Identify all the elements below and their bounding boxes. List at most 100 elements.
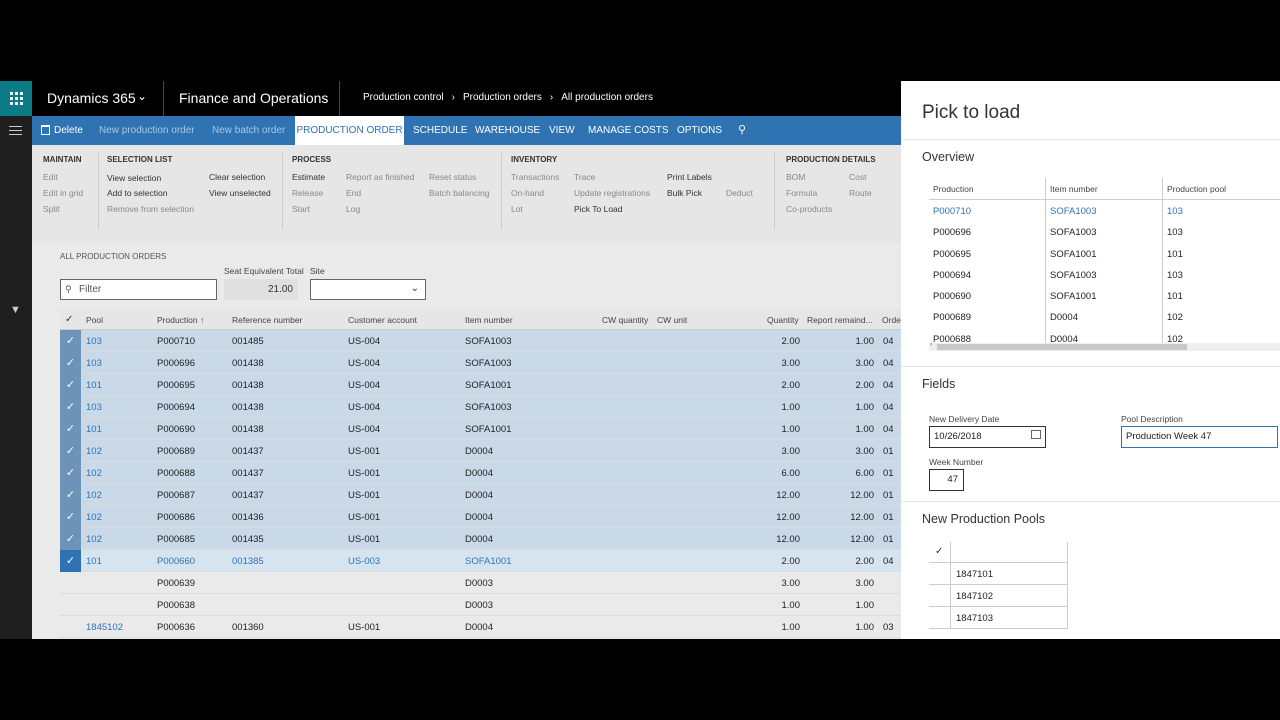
row-checkbox[interactable]: ✓ (60, 528, 81, 550)
row-checkbox[interactable]: ✓ (60, 330, 81, 352)
deduct-button[interactable]: Deduct (726, 188, 753, 198)
col-report-remainder[interactable]: Report remaind... (807, 315, 873, 325)
overview-row[interactable]: P000694 SOFA1003 103 (929, 263, 1280, 286)
search-icon[interactable]: ⚲ (738, 123, 746, 136)
table-row[interactable]: ✓ 102 P000685 001435 US-001 D0004 12.00 12.00 01 (60, 528, 901, 550)
bulk-pick-button[interactable]: Bulk Pick (667, 188, 702, 198)
table-row[interactable]: ✓ 101 P000660 001385 US-003 SOFA1001 2.00 2.00 0… (60, 550, 901, 572)
list-item[interactable]: 1847101 (929, 563, 1068, 585)
on-hand-button[interactable]: On-hand (511, 188, 544, 198)
table-row[interactable]: ✓ 102 P000686 001436 US-001 D0004 12.00 12.00 01 (60, 506, 901, 528)
table-row[interactable]: ✓ 101 P000695 001438 US-004 SOFA1001 2.00 2.00 0… (60, 374, 901, 396)
row-checkbox[interactable]: ✓ (60, 418, 81, 440)
bom-button[interactable]: BOM (786, 172, 805, 182)
col-order[interactable]: Orde (882, 315, 901, 325)
update-registrations-button[interactable]: Update registrations (574, 188, 650, 198)
view-unselected-button[interactable]: View unselected (209, 188, 271, 198)
cell-pool[interactable]: 102 (86, 490, 102, 501)
row-checkbox[interactable] (60, 572, 81, 594)
cell-reference[interactable]: 001385 (232, 556, 264, 567)
row-checkbox[interactable] (60, 594, 81, 616)
lot-button[interactable]: Lot (511, 204, 523, 214)
breadcrumb-item[interactable]: Production control (363, 92, 444, 103)
col-production[interactable]: Production (933, 184, 974, 194)
col-quantity[interactable]: Quantity (767, 315, 799, 325)
overview-row[interactable]: P000688 D0004 102 (929, 327, 1280, 343)
cell-production[interactable]: P000660 (157, 556, 195, 567)
table-row[interactable]: ✓ 103 P000696 001438 US-004 SOFA1003 3.00 3.00 0… (60, 352, 901, 374)
col-cw-quantity[interactable]: CW quantity (602, 315, 648, 325)
app-launcher-button[interactable] (0, 81, 32, 116)
overview-row[interactable]: P000696 SOFA1003 103 (929, 221, 1280, 243)
row-checkbox[interactable]: ✓ (60, 352, 81, 374)
route-button[interactable]: Route (849, 188, 872, 198)
table-row[interactable]: ✓ 102 P000689 001437 US-001 D0004 3.00 3.00 01 (60, 440, 901, 462)
cell-pool[interactable]: 102 (86, 446, 102, 457)
hamburger-icon[interactable] (9, 126, 22, 138)
table-row[interactable]: ✓ 101 P000690 001438 US-004 SOFA1001 1.00 1.00 0… (60, 418, 901, 440)
select-all-checkbox[interactable]: ✓ (935, 546, 943, 557)
breadcrumb-item[interactable]: Production orders (463, 92, 542, 103)
overview-row[interactable]: P000710 SOFA1003 103 (929, 200, 1280, 222)
row-checkbox[interactable]: ✓ (60, 484, 81, 506)
cell-pool[interactable]: 101 (86, 424, 102, 435)
brand-name[interactable]: Dynamics 365 (47, 90, 136, 106)
formula-button[interactable]: Formula (786, 188, 817, 198)
col-production[interactable]: Production ↑ (157, 315, 204, 325)
batch-balancing-button[interactable]: Batch balancing (429, 188, 490, 198)
row-checkbox[interactable]: ✓ (60, 440, 81, 462)
pick-to-load-button[interactable]: Pick To Load (574, 204, 623, 214)
cell-pool[interactable]: 103 (86, 402, 102, 413)
breadcrumb-item[interactable]: All production orders (561, 92, 653, 103)
new-production-pools-header[interactable]: New Production Pools (922, 512, 1045, 526)
site-select[interactable]: ⌄ (310, 279, 426, 300)
add-to-selection-button[interactable]: Add to selection (107, 188, 167, 198)
col-pool[interactable]: Pool (86, 315, 103, 325)
overview-row[interactable]: P000689 D0004 102 (929, 306, 1280, 328)
row-checkbox[interactable] (60, 616, 81, 638)
report-as-finished-button[interactable]: Report as finished (346, 172, 415, 182)
log-button[interactable]: Log (346, 204, 360, 214)
cell-pool[interactable]: 101 (86, 556, 102, 567)
remove-from-selection-button[interactable]: Remove from selection (107, 204, 194, 214)
table-row[interactable]: ✓ 102 P000687 001437 US-001 D0004 12.00 12.00 01 (60, 484, 901, 506)
pool-description-input[interactable]: Production Week 47 (1121, 426, 1278, 448)
cell-pool[interactable]: 103 (86, 358, 102, 369)
cell-pool[interactable]: 103 (86, 336, 102, 347)
tab-manage-costs[interactable]: MANAGE COSTS (588, 125, 669, 136)
col-production-pool[interactable]: Production pool (1167, 184, 1226, 194)
horizontal-scrollbar[interactable]: ‹ (929, 341, 1280, 351)
edit-button[interactable]: Edit (43, 172, 58, 182)
delete-button[interactable]: Delete (54, 125, 83, 136)
list-item[interactable]: 1847103 (929, 607, 1068, 629)
table-row[interactable]: P000638 D0003 1.00 1.00 (60, 594, 901, 616)
tab-production-order[interactable]: PRODUCTION ORDER (295, 116, 404, 145)
fields-header[interactable]: Fields (922, 377, 955, 391)
edit-in-grid-button[interactable]: Edit in grid (43, 188, 83, 198)
cost-button[interactable]: Cost (849, 172, 866, 182)
cell-item[interactable]: SOFA1001 (465, 556, 511, 567)
end-button[interactable]: End (346, 188, 361, 198)
select-all-checkbox[interactable]: ✓ (65, 314, 73, 325)
release-button[interactable]: Release (292, 188, 323, 198)
tab-schedule[interactable]: SCHEDULE (413, 125, 467, 136)
clear-selection-button[interactable]: Clear selection (209, 172, 265, 182)
table-row[interactable]: ✓ 103 P000710 001485 US-004 SOFA1003 2.00 1.00 0… (60, 330, 901, 352)
cell-customer[interactable]: US-003 (348, 556, 380, 567)
table-row[interactable]: P000639 D0003 3.00 3.00 (60, 572, 901, 594)
cell-pool[interactable]: 102 (86, 468, 102, 479)
scrollbar-thumb[interactable] (937, 344, 1187, 350)
start-button[interactable]: Start (292, 204, 310, 214)
chevron-down-icon[interactable]: ⌄ (137, 89, 147, 103)
col-item-number[interactable]: Item number (465, 315, 513, 325)
list-item[interactable]: 1847102 (929, 585, 1068, 607)
row-checkbox[interactable]: ✓ (60, 550, 81, 572)
row-checkbox[interactable]: ✓ (60, 462, 81, 484)
trace-button[interactable]: Trace (574, 172, 595, 182)
filter-icon[interactable]: ▼ (10, 304, 21, 316)
scroll-left-icon[interactable]: ‹ (930, 341, 932, 348)
tab-options[interactable]: OPTIONS (677, 125, 722, 136)
row-checkbox[interactable]: ✓ (60, 396, 81, 418)
split-button[interactable]: Split (43, 204, 60, 214)
overview-header[interactable]: Overview (922, 150, 974, 164)
